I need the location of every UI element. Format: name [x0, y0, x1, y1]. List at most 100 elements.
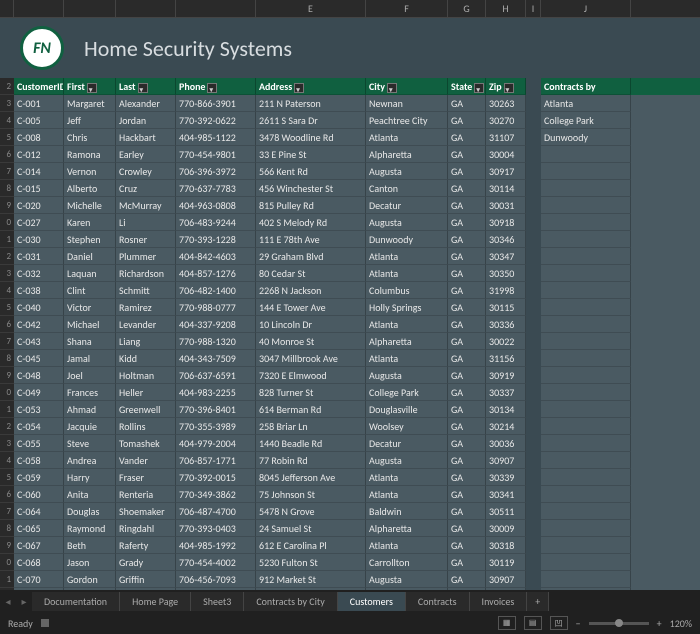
cell[interactable]: 566 Kent Rd	[256, 163, 366, 180]
table-row[interactable]: C-060AnitaRenteria770-349-386275 Johnson…	[14, 486, 700, 503]
cell[interactable]	[526, 520, 541, 537]
cell[interactable]: GA	[448, 316, 486, 333]
cell[interactable]: 5478 N Grove	[256, 503, 366, 520]
cell[interactable]	[541, 231, 631, 248]
cell[interactable]	[541, 282, 631, 299]
cell[interactable]	[541, 163, 631, 180]
cell[interactable]: 10 Lincoln Dr	[256, 316, 366, 333]
cell[interactable]	[541, 367, 631, 384]
cell[interactable]: 30263	[486, 95, 526, 112]
cell[interactable]: Decatur	[366, 435, 448, 452]
cell[interactable]: C-053	[14, 401, 64, 418]
table-row[interactable]: C-012RamonaEarley770-454-980133 E Pine S…	[14, 146, 700, 163]
column-header[interactable]	[116, 0, 176, 17]
cell[interactable]: Ramona	[64, 146, 116, 163]
table-row[interactable]: C-049FrancesHeller404-983-2255828 Turner…	[14, 384, 700, 401]
cell[interactable]: 31107	[486, 129, 526, 146]
record-macro-icon[interactable]	[41, 619, 49, 627]
view-break-icon[interactable]: 凹	[550, 616, 568, 630]
cell[interactable]	[541, 503, 631, 520]
column-header[interactable]	[14, 0, 64, 17]
cell[interactable]: Margaret	[64, 95, 116, 112]
cell[interactable]	[541, 452, 631, 469]
filter-icon[interactable]	[138, 83, 148, 93]
table-row[interactable]: C-048JoelHoltman706-637-65917320 E Elmwo…	[14, 367, 700, 384]
zoom-level[interactable]: 120%	[670, 617, 692, 630]
cell[interactable]: Atlanta	[366, 486, 448, 503]
sheet-tab[interactable]: Home Page	[120, 592, 191, 611]
cell[interactable]: Rollins	[116, 418, 176, 435]
cell[interactable]: Schmitt	[116, 282, 176, 299]
cell[interactable]: C-031	[14, 248, 64, 265]
cell[interactable]: 29 Graham Blvd	[256, 248, 366, 265]
cell[interactable]: Tomashek	[116, 435, 176, 452]
cell[interactable]: 30318	[486, 537, 526, 554]
cell[interactable]	[526, 401, 541, 418]
cell[interactable]: Atlanta	[366, 248, 448, 265]
cell[interactable]: Columbus	[366, 282, 448, 299]
cell[interactable]: Atlanta	[366, 129, 448, 146]
cell[interactable]: Alpharetta	[366, 146, 448, 163]
cell[interactable]: Karen	[64, 214, 116, 231]
cell[interactable]	[526, 418, 541, 435]
cell[interactable]	[541, 316, 631, 333]
cell[interactable]: Ringdahl	[116, 520, 176, 537]
cell[interactable]	[541, 350, 631, 367]
zoom-in-button[interactable]: +	[657, 617, 662, 630]
cell[interactable]	[526, 129, 541, 146]
cell[interactable]	[541, 486, 631, 503]
cell[interactable]: GA	[448, 401, 486, 418]
cell[interactable]: 30918	[486, 214, 526, 231]
row-header[interactable]: 9	[0, 537, 14, 554]
table-row[interactable]: C-020MichelleMcMurray404-963-0808815 Pul…	[14, 197, 700, 214]
cell[interactable]: C-068	[14, 554, 64, 571]
cell[interactable]: 770-454-4002	[176, 554, 256, 571]
cell[interactable]: 770-392-0015	[176, 469, 256, 486]
cell[interactable]: GA	[448, 248, 486, 265]
cell[interactable]: C-020	[14, 197, 64, 214]
cell[interactable]: Laquan	[64, 265, 116, 282]
cell[interactable]: Atlanta	[541, 95, 631, 112]
cell[interactable]: 31998	[486, 282, 526, 299]
cell[interactable]: Victor	[64, 299, 116, 316]
cell[interactable]: 30350	[486, 265, 526, 282]
cell[interactable]: 31156	[486, 350, 526, 367]
column-header[interactable]: F	[366, 0, 448, 17]
cell[interactable]: 30346	[486, 231, 526, 248]
column-header[interactable]	[64, 0, 116, 17]
table-row[interactable]: C-040VictorRamirez770-988-0777144 E Towe…	[14, 299, 700, 316]
cell[interactable]	[526, 452, 541, 469]
table-header[interactable]: Zip	[486, 78, 526, 95]
cell[interactable]: Harry	[64, 469, 116, 486]
cell[interactable]: Jordan	[116, 112, 176, 129]
table-row[interactable]: C-068JasonGrady770-454-40025230 Fulton S…	[14, 554, 700, 571]
cell[interactable]: 828 Turner St	[256, 384, 366, 401]
cell[interactable]: Newnan	[366, 95, 448, 112]
cell[interactable]: 80 Cedar St	[256, 265, 366, 282]
cell[interactable]: 30339	[486, 469, 526, 486]
cell[interactable]: Ahmad	[64, 401, 116, 418]
table-header[interactable]	[526, 78, 541, 95]
cell[interactable]: 404-343-7509	[176, 350, 256, 367]
cell[interactable]: 3478 Woodline Rd	[256, 129, 366, 146]
cell[interactable]: 404-985-1992	[176, 537, 256, 554]
column-header[interactable]: J	[541, 0, 631, 17]
cell[interactable]: Heller	[116, 384, 176, 401]
row-header[interactable]: 2	[0, 248, 14, 265]
table-row[interactable]: C-054JacquieRollins770-355-3989258 Briar…	[14, 418, 700, 435]
cell[interactable]: 30919	[486, 367, 526, 384]
cell[interactable]: 30917	[486, 163, 526, 180]
cell[interactable]: 30022	[486, 333, 526, 350]
row-header[interactable]: 7	[0, 163, 14, 180]
cell[interactable]: Anita	[64, 486, 116, 503]
cell[interactable]: Raferty	[116, 537, 176, 554]
row-header[interactable]: 3	[0, 95, 14, 112]
cell[interactable]: 30270	[486, 112, 526, 129]
cell[interactable]: 770-396-8401	[176, 401, 256, 418]
cell[interactable]: C-065	[14, 520, 64, 537]
cell[interactable]: Levander	[116, 316, 176, 333]
row-header[interactable]: 6	[0, 146, 14, 163]
cell[interactable]: GA	[448, 197, 486, 214]
table-row[interactable]: C-070GordonGriffin706-456-7093912 Market…	[14, 571, 700, 588]
cell[interactable]: Douglasville	[366, 401, 448, 418]
